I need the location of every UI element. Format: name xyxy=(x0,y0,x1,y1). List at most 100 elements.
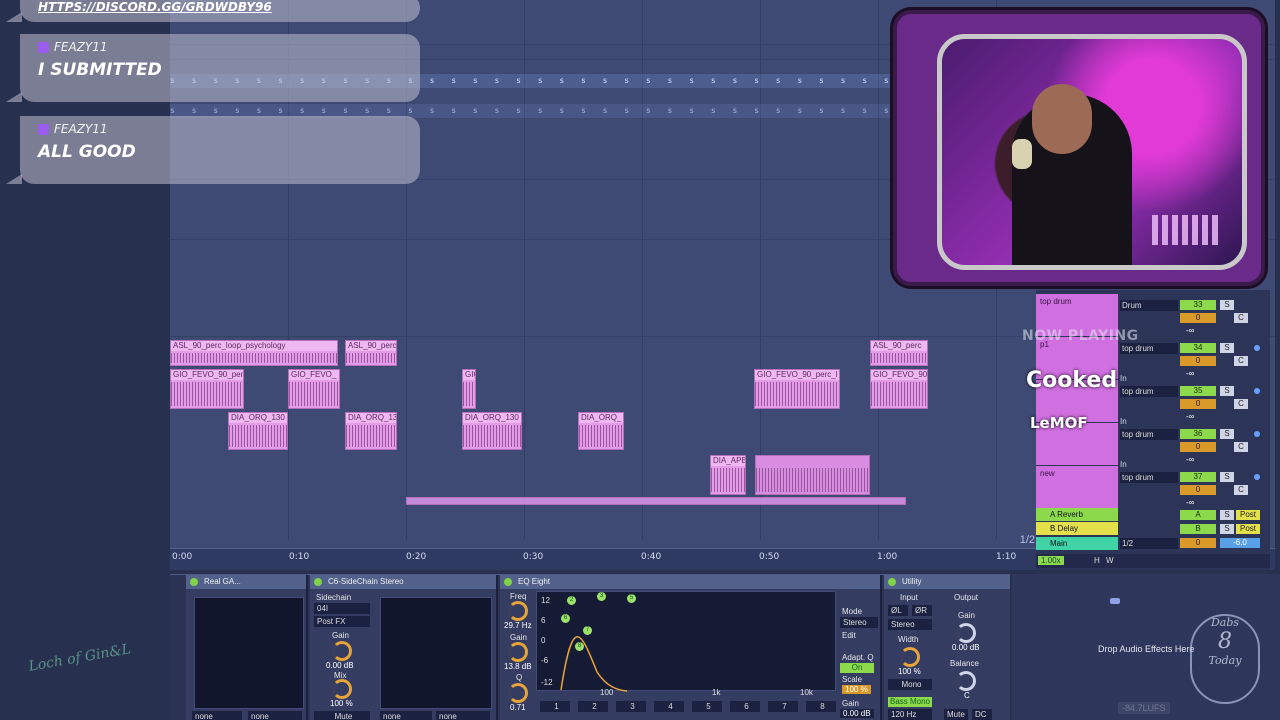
arm-dot[interactable] xyxy=(1254,431,1260,437)
input-label[interactable]: In xyxy=(1120,417,1127,426)
audio-clip[interactable]: DIA_ORQ_ xyxy=(578,412,624,450)
solo-button[interactable]: S xyxy=(1220,429,1234,439)
eq-band-6[interactable]: 6 xyxy=(730,701,760,712)
post-toggle[interactable]: Post xyxy=(1236,524,1260,534)
track-number[interactable]: 34 xyxy=(1180,343,1216,353)
pan-control[interactable]: C xyxy=(1234,442,1248,452)
eq-band-7[interactable]: 7 xyxy=(768,701,798,712)
audio-clip[interactable]: DIA_ORQ_130 xyxy=(228,412,288,450)
main-volume[interactable]: 0 xyxy=(1180,538,1216,548)
return-track-b[interactable]: B Delay B S Post xyxy=(1036,522,1270,535)
audio-clip[interactable]: DIA_APB xyxy=(710,455,746,495)
q-knob[interactable] xyxy=(508,683,528,703)
audio-clip[interactable]: DIA_ORQ_13 xyxy=(345,412,397,450)
arm-dot[interactable] xyxy=(1254,345,1260,351)
bass-mono-toggle[interactable]: Bass Mono xyxy=(888,697,932,707)
eq-band-node[interactable]: 7 xyxy=(583,626,592,635)
device-title[interactable]: C6-SideChain Stereo xyxy=(310,575,496,589)
input-select[interactable]: none xyxy=(192,711,242,720)
audio-clip[interactable]: ASL_90_perc_loop_psychology xyxy=(170,340,338,366)
mode-select[interactable]: Stereo xyxy=(840,617,878,628)
phase-right-toggle[interactable]: ØR xyxy=(912,605,932,616)
eq-display[interactable]: 12 6 0 -6 -12 2 3 5 6 7 8 xyxy=(536,591,836,692)
gain-knob[interactable] xyxy=(956,623,976,643)
input-label[interactable]: In xyxy=(1120,374,1127,383)
track-number[interactable]: 36 xyxy=(1180,429,1216,439)
input-select[interactable]: none xyxy=(436,711,490,720)
device-utility[interactable]: Utility Input Output ØL ØR Stereo Width … xyxy=(884,575,1010,720)
pan-control[interactable]: C xyxy=(1234,313,1248,323)
solo-button[interactable]: S xyxy=(1220,472,1234,482)
freq-knob[interactable] xyxy=(508,601,528,621)
device-rack[interactable]: Real GA... none none C6-SideChain Stereo… xyxy=(170,574,1010,720)
audio-clip[interactable]: GIO_FEVO_90_perc_l xyxy=(754,369,840,409)
arm-dot[interactable] xyxy=(1254,474,1260,480)
track-number[interactable]: 37 xyxy=(1180,472,1216,482)
mute-button[interactable]: Mute xyxy=(944,709,968,720)
track-volume[interactable]: 0 xyxy=(1180,399,1216,409)
scale-value[interactable]: 100 % xyxy=(842,685,871,694)
eq-band-node[interactable]: 6 xyxy=(561,614,570,623)
solo-button[interactable]: S xyxy=(1220,510,1234,520)
device-title[interactable]: EQ Eight xyxy=(500,575,880,589)
return-track-a[interactable]: A Reverb A S Post xyxy=(1036,508,1270,521)
arm-dot[interactable] xyxy=(1254,388,1260,394)
eq-band-1[interactable]: 1 xyxy=(540,701,570,712)
mix-knob[interactable] xyxy=(332,679,352,699)
audio-clip-strip[interactable] xyxy=(406,497,906,505)
eq-band-node[interactable]: 2 xyxy=(567,596,576,605)
device-real-ga[interactable]: Real GA... none none xyxy=(186,575,308,720)
adaptq-toggle[interactable]: On xyxy=(840,663,874,673)
input-select[interactable]: none xyxy=(248,711,302,720)
main-output-select[interactable]: 1/2 xyxy=(1120,538,1178,549)
main-track[interactable]: Main 1/2 0 -6.0 xyxy=(1036,537,1270,550)
audio-clip[interactable]: DIA_ORQ_130 xyxy=(462,412,522,450)
phase-left-toggle[interactable]: ØL xyxy=(888,605,908,616)
audio-clip[interactable]: ASL_90_perc xyxy=(345,340,397,366)
eq-band-node[interactable]: 3 xyxy=(597,592,606,601)
track-name[interactable]: new xyxy=(1036,466,1118,508)
h-toggle[interactable]: H xyxy=(1094,556,1100,565)
eq-band-4[interactable]: 4 xyxy=(654,701,684,712)
track-volume[interactable]: 0 xyxy=(1180,442,1216,452)
dc-button[interactable]: DC xyxy=(972,709,992,720)
track-volume[interactable]: 0 xyxy=(1180,356,1216,366)
device-eq-eight[interactable]: EQ Eight Freq 29.7 Hz Gain 13.8 dB Q 0.7… xyxy=(500,575,882,720)
routing-select[interactable]: top drum xyxy=(1120,429,1178,440)
bass-mono-freq[interactable]: 120 Hz xyxy=(888,709,932,720)
eq-band-2[interactable]: 2 xyxy=(578,701,608,712)
track-number[interactable]: 35 xyxy=(1180,386,1216,396)
main-level[interactable]: -6.0 xyxy=(1220,538,1260,548)
solo-button[interactable]: S xyxy=(1220,343,1234,353)
output-gain-value[interactable]: 0.00 dB xyxy=(840,709,874,718)
mono-toggle[interactable]: Mono xyxy=(888,679,932,690)
audio-clip[interactable]: ASL_90_perc xyxy=(870,340,928,366)
return-track-name[interactable]: A Reverb xyxy=(1036,508,1118,521)
mute-button[interactable]: Mute xyxy=(314,711,370,720)
routing-select[interactable]: top drum xyxy=(1120,386,1178,397)
pan-control[interactable]: C xyxy=(1234,356,1248,366)
eq-band-3[interactable]: 3 xyxy=(616,701,646,712)
audio-clip[interactable] xyxy=(755,455,870,495)
audio-clip[interactable]: GIO xyxy=(462,369,476,409)
track-volume[interactable]: 0 xyxy=(1180,485,1216,495)
device-title[interactable]: Real GA... xyxy=(186,575,306,589)
input-select[interactable]: none xyxy=(380,711,432,720)
routing-select[interactable]: top drum xyxy=(1120,472,1178,483)
audio-clip[interactable]: GIO_FEVO_90_per xyxy=(170,369,244,409)
gain-knob[interactable] xyxy=(508,642,528,662)
sidechain-position-select[interactable]: Post FX xyxy=(314,616,370,627)
solo-button[interactable]: S xyxy=(1220,524,1234,534)
eq-band-5[interactable]: 5 xyxy=(692,701,722,712)
track-number[interactable]: 33 xyxy=(1180,300,1216,310)
solo-button[interactable]: S xyxy=(1220,300,1234,310)
solo-button[interactable]: S xyxy=(1220,386,1234,396)
routing-select[interactable]: Drum xyxy=(1120,300,1178,311)
width-knob[interactable] xyxy=(900,647,920,667)
device-title[interactable]: Utility xyxy=(884,575,1010,589)
main-track-name[interactable]: Main xyxy=(1036,537,1118,550)
eq-band-node[interactable]: 8 xyxy=(575,642,584,651)
balance-knob[interactable] xyxy=(956,671,976,691)
pan-control[interactable]: C xyxy=(1234,485,1248,495)
gain-knob[interactable] xyxy=(332,641,352,661)
